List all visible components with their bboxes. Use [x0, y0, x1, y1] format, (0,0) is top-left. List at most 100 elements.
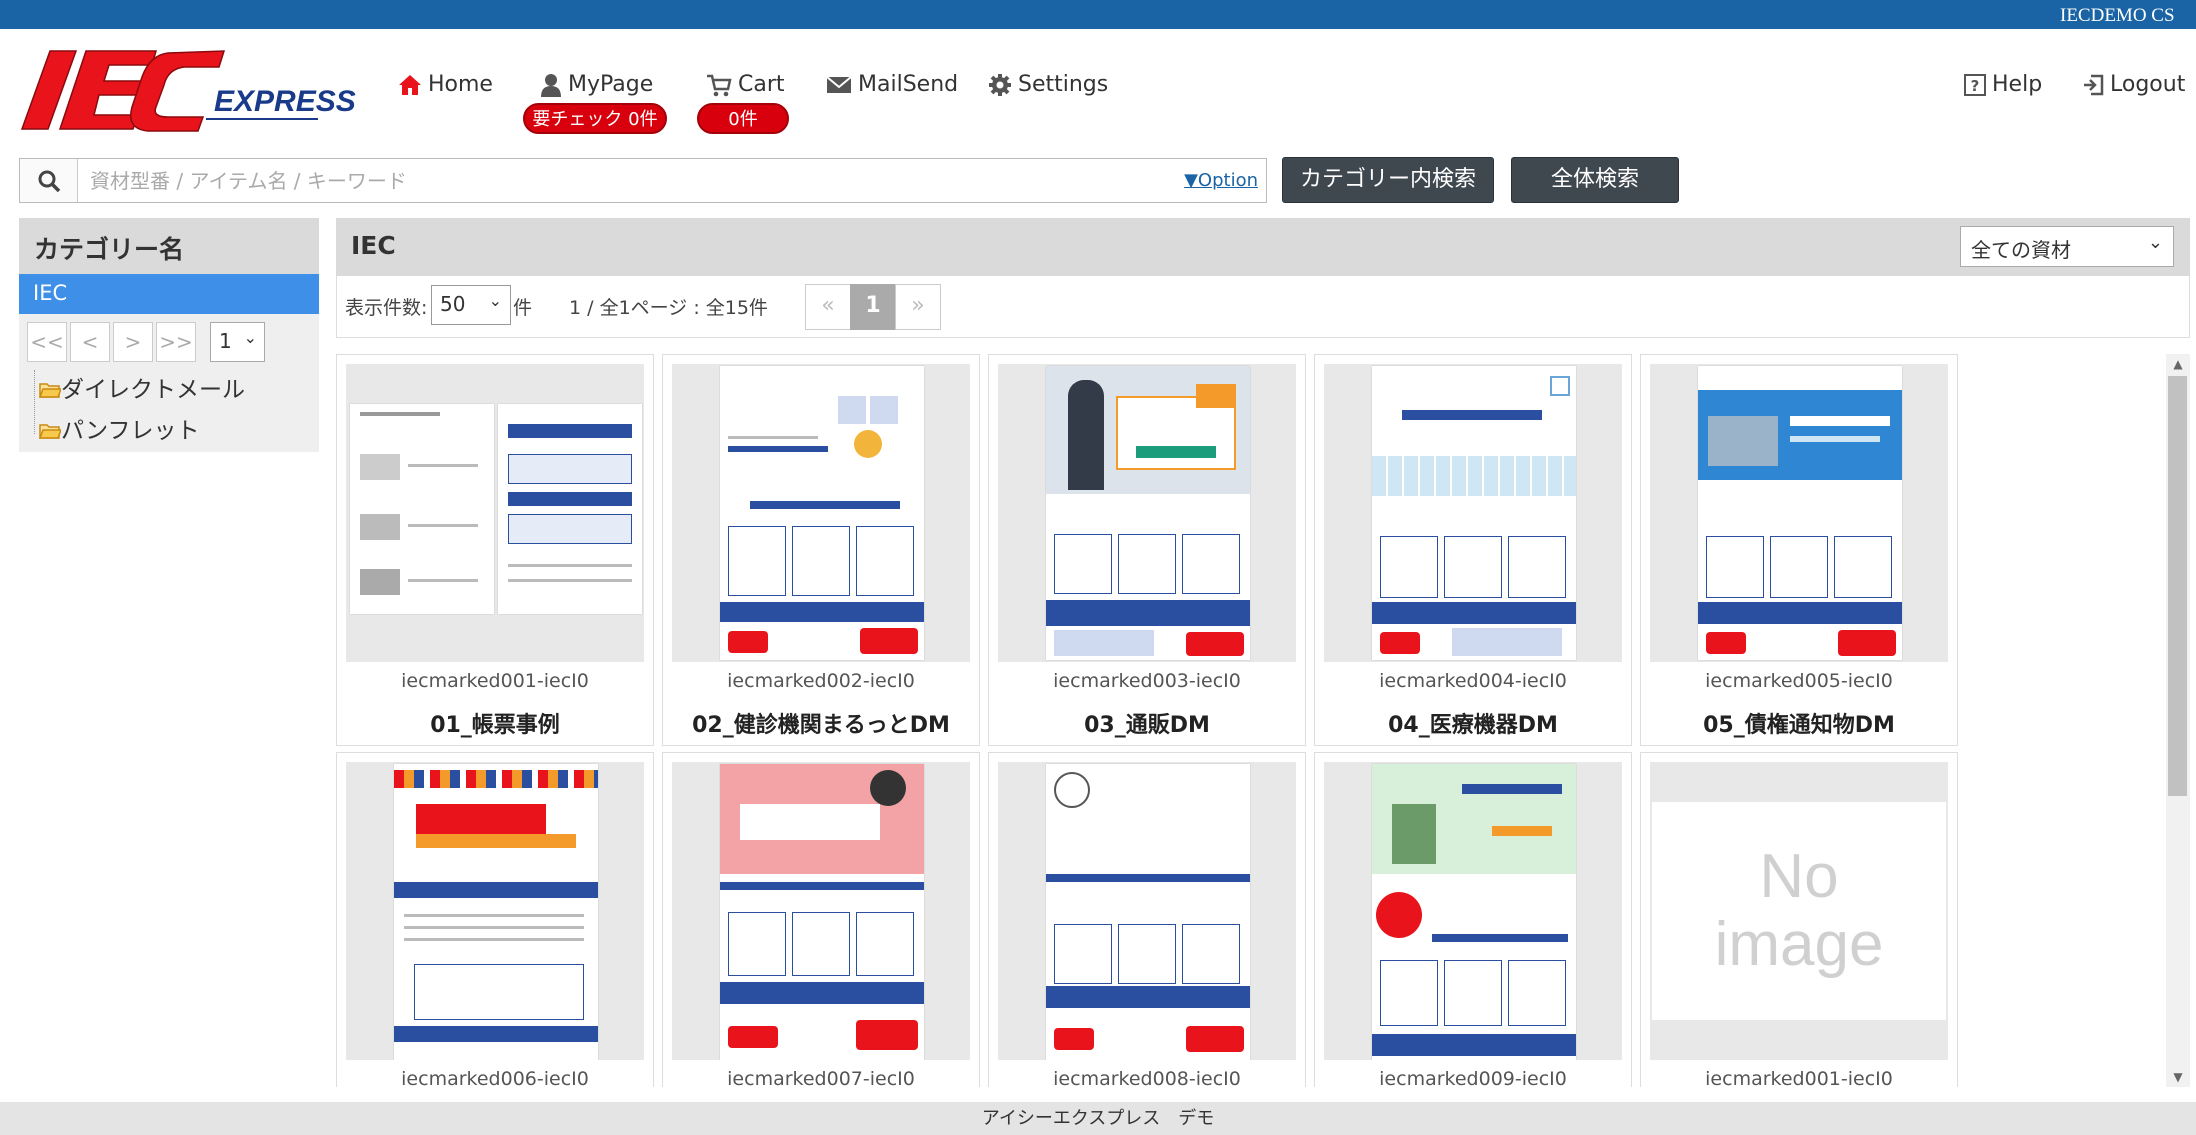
material-filter-value: 全ての資材: [1971, 238, 2071, 262]
footer-text: アイシーエクスプレス デモ: [981, 1108, 1215, 1129]
item-name: 03_通販DM: [1084, 713, 1210, 738]
item-thumbnail: [672, 364, 970, 662]
pager-prev[interactable]: «: [805, 284, 851, 330]
cart-icon: [707, 74, 732, 96]
item-card[interactable]: iecmarked005-iecI0 05_債権通知物DM: [1640, 354, 1958, 746]
svg-text:?: ?: [1971, 77, 1980, 95]
item-code: iecmarked002-iecI0: [727, 670, 915, 692]
item-card[interactable]: iecmarked008-iecI0: [988, 752, 1306, 1087]
nav-mypage-label: MyPage: [568, 72, 654, 97]
item-card[interactable]: iecmarked009-iecI0: [1314, 752, 1632, 1087]
item-card[interactable]: No image iecmarked001-iecI0: [1640, 752, 1958, 1087]
pager-next[interactable]: »: [895, 284, 941, 330]
no-image-text: image: [1714, 910, 1884, 979]
item-thumbnail: [672, 762, 970, 1060]
scroll-down-icon[interactable]: ▼: [2166, 1067, 2190, 1087]
main-header: IEC 全ての資材 ⌄: [336, 218, 2190, 276]
item-code: iecmarked007-iecI0: [727, 1068, 915, 1087]
sidebar-pager-first[interactable]: <<: [27, 322, 67, 362]
item-thumbnail: [1324, 364, 1622, 662]
sidebar-pager: << < > >>: [27, 322, 196, 362]
nav-help-label: Help: [1992, 72, 2043, 97]
scroll-up-icon[interactable]: ▲: [2166, 354, 2190, 374]
nav-logout[interactable]: Logout: [2082, 72, 2185, 97]
item-code: iecmarked005-iecI0: [1705, 670, 1893, 692]
nav-cart-label: Cart: [738, 72, 785, 97]
item-thumbnail: No image: [1650, 762, 1948, 1060]
item-thumbnail: [346, 364, 644, 662]
nav-settings[interactable]: Settings: [988, 72, 1108, 97]
item-thumbnail: [346, 762, 644, 1060]
item-name: 02_健診機関まるっとDM: [692, 713, 950, 738]
nav-cart[interactable]: Cart: [706, 72, 785, 97]
item-card[interactable]: iecmarked006-iecI0: [336, 752, 654, 1087]
scroll-thumb[interactable]: [2168, 376, 2187, 796]
folder-pamphlet[interactable]: パンフレット: [31, 411, 311, 452]
sidebar-item-iec[interactable]: IEC: [19, 274, 319, 314]
folder-label: ダイレクトメール: [61, 377, 245, 403]
folder-label: パンフレット: [61, 418, 200, 444]
item-card[interactable]: iecmarked002-iecI0 02_健診機関まるっとDM: [662, 354, 980, 746]
folder-icon: [39, 424, 61, 439]
item-card[interactable]: iecmarked003-iecI0 03_通販DM: [988, 354, 1306, 746]
item-card[interactable]: iecmarked004-iecI0 04_医療機器DM: [1314, 354, 1632, 746]
item-code: iecmarked001-iecI0: [401, 670, 589, 692]
nav-help[interactable]: ? Help: [1964, 72, 2042, 97]
no-image-text: No: [1759, 842, 1839, 911]
category-sidebar: カテゴリー名 IEC << < > >> 1 ⌄ ダイレクトメール パンフレット: [19, 218, 319, 452]
mail-icon: [826, 75, 852, 93]
per-page-label: 表示件数:: [345, 297, 428, 319]
nav-logout-label: Logout: [2110, 72, 2186, 97]
home-icon: [399, 74, 421, 95]
cart-count-badge[interactable]: 0件: [697, 103, 789, 134]
list-toolbar: 表示件数: 50 ⌄ 件 1 / 全1ページ : 全15件 « 1 »: [336, 276, 2190, 338]
sidebar-pager-prev[interactable]: <: [70, 322, 110, 362]
item-name: 04_医療機器DM: [1388, 713, 1558, 738]
grid-scrollbar[interactable]: ▲ ▼: [2166, 354, 2190, 1087]
item-card[interactable]: iecmarked007-iecI0: [662, 752, 980, 1087]
item-code: iecmarked004-iecI0: [1379, 670, 1567, 692]
top-bar: IECDEMO CS: [0, 0, 2196, 29]
user-icon: [541, 73, 561, 97]
material-filter-select[interactable]: 全ての資材 ⌄: [1960, 226, 2174, 267]
pager-current[interactable]: 1: [850, 284, 896, 330]
item-grid: iecmarked001-iecI0 01_帳票事例 iecmarked002-…: [336, 354, 2176, 1087]
sidebar-pager-next[interactable]: >: [113, 322, 153, 362]
chevron-down-icon: ⌄: [2147, 232, 2163, 253]
folder-direct-mail[interactable]: ダイレクトメール: [31, 370, 311, 411]
category-title: IEC: [351, 231, 396, 260]
logout-icon: [2084, 74, 2104, 95]
sidebar-pager-last[interactable]: >>: [156, 322, 196, 362]
search-button[interactable]: [20, 159, 78, 202]
help-icon: ?: [1964, 73, 1986, 96]
nav-home[interactable]: Home: [398, 72, 493, 97]
per-page-select[interactable]: 50 ⌄: [431, 285, 511, 325]
sidebar-page-select[interactable]: 1 ⌄: [210, 322, 265, 362]
item-thumbnail: [1650, 364, 1948, 662]
item-card[interactable]: iecmarked001-iecI0 01_帳票事例: [336, 354, 654, 746]
sidebar-page-value: 1: [219, 329, 232, 353]
page-info: 1 / 全1ページ : 全15件: [569, 297, 768, 319]
option-link[interactable]: ▼Option: [1184, 170, 1258, 191]
item-code: iecmarked003-iecI0: [1053, 670, 1241, 692]
nav-mypage[interactable]: MyPage: [540, 72, 653, 97]
folder-tree: ダイレクトメール パンフレット: [31, 370, 311, 452]
user-label: IECDEMO CS: [2060, 5, 2175, 26]
nav-mailsend[interactable]: MailSend: [826, 72, 958, 97]
per-page-unit: 件: [513, 297, 533, 319]
gear-icon: [989, 73, 1011, 96]
svg-text:EXPRESS: EXPRESS: [214, 85, 356, 118]
item-thumbnail: [998, 762, 1296, 1060]
all-search-button[interactable]: 全体検索: [1511, 157, 1679, 203]
chevron-down-icon: ⌄: [243, 328, 257, 347]
search-box: ▼Option: [19, 158, 1267, 203]
search-input[interactable]: [90, 167, 1090, 195]
nav-mailsend-label: MailSend: [858, 72, 959, 97]
mypage-check-badge[interactable]: 要チェック 0件: [523, 103, 667, 134]
iec-express-logo[interactable]: EXPRESS: [18, 41, 366, 141]
item-thumbnail: [998, 364, 1296, 662]
category-search-button[interactable]: カテゴリー内検索: [1282, 157, 1494, 203]
item-thumbnail: [1324, 762, 1622, 1060]
item-code: iecmarked008-iecI0: [1053, 1068, 1241, 1087]
nav-settings-label: Settings: [1018, 72, 1109, 97]
